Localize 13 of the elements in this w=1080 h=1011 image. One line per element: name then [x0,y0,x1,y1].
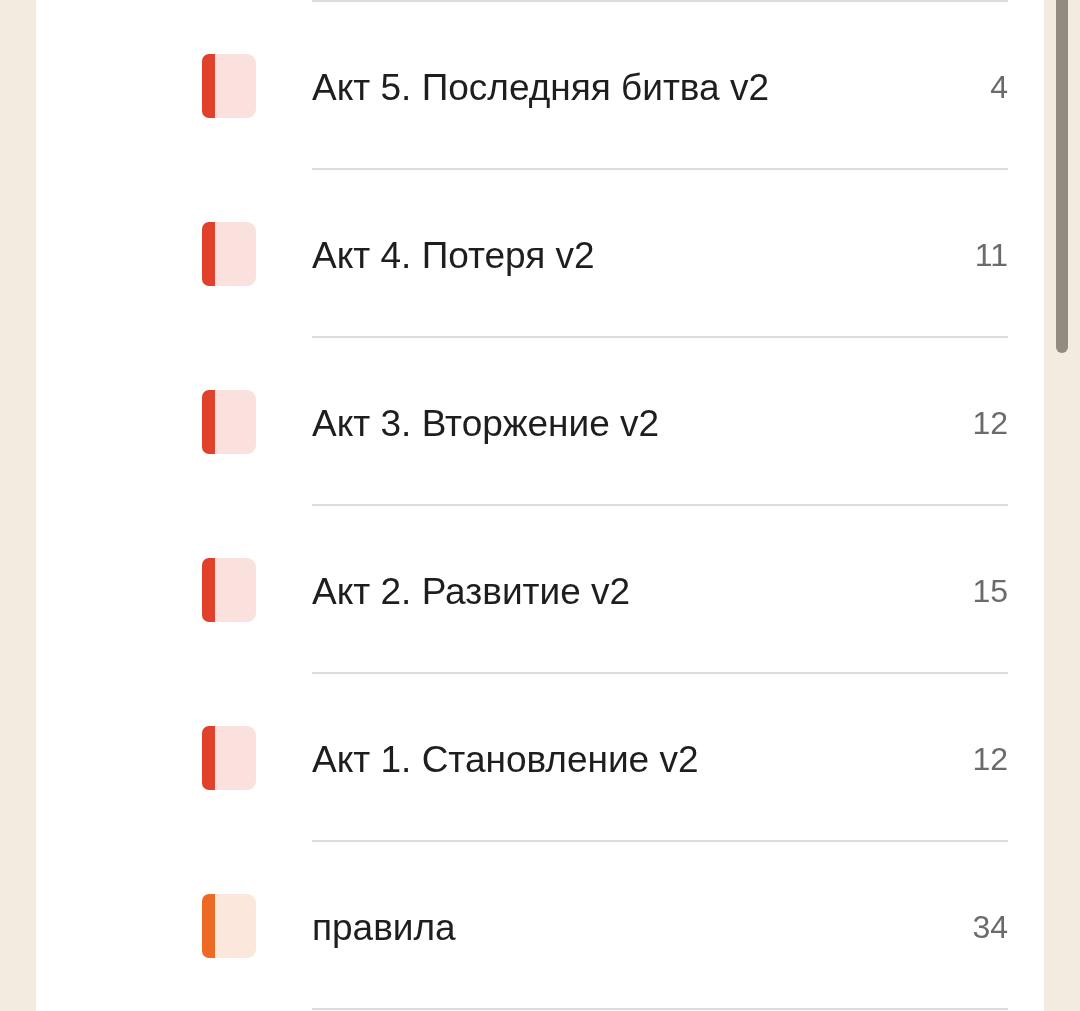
item-count: 11 [974,236,1008,275]
folder-name[interactable]: Акт 5. Последняя битва v2 [312,60,770,110]
item-count: 12 [972,404,1008,443]
item-count: 34 [972,908,1008,947]
folder-name[interactable]: правила [312,900,456,950]
folder-name[interactable]: Акт 3. Вторжение v2 [312,396,660,446]
folder-name[interactable]: Акт 1. Становление v2 [312,732,699,782]
folder-name[interactable]: Акт 4. Потеря v2 [312,228,595,278]
item-count: 12 [972,740,1008,779]
folder-name[interactable]: Акт 2. Развитие v2 [312,564,631,614]
item-count: 15 [972,572,1008,611]
item-count: 4 [990,68,1008,107]
scrollbar-thumb[interactable] [1056,0,1068,353]
